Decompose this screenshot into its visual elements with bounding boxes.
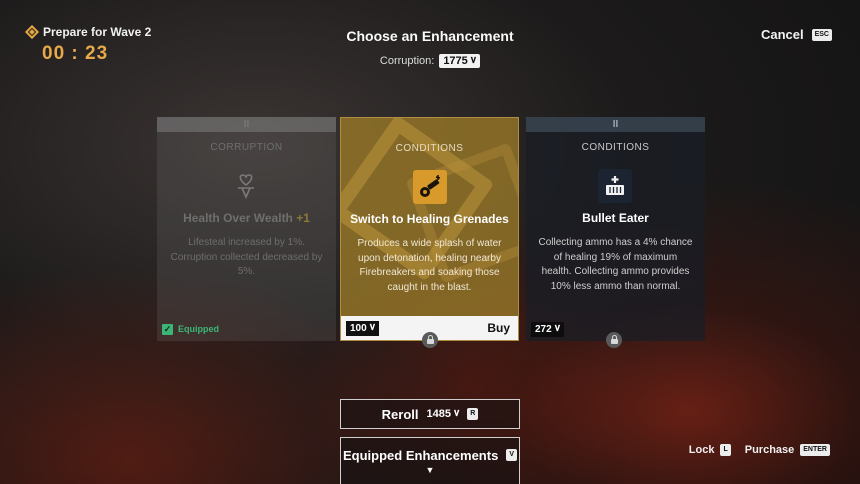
corruption-value: 1775 (443, 55, 468, 67)
corruption-readout: Corruption: 1775 𝐕 (0, 54, 860, 68)
reroll-label: Reroll (381, 406, 419, 422)
equipped-label: Equipped (178, 324, 219, 334)
control-hints: Lock L Purchase ENTER (689, 444, 830, 456)
card-name: Health Over Wealth +1 (157, 211, 336, 225)
reroll-key-hint: R (467, 408, 479, 420)
heart-drain-icon (229, 169, 263, 203)
enter-key-hint: ENTER (800, 444, 830, 456)
chevron-down-icon: ▼ (425, 464, 435, 475)
check-icon: ✓ (162, 323, 173, 335)
equipped-enhancements-button[interactable]: Equipped Enhancements V ▼ (340, 437, 520, 484)
corruption-value-pill: 1775 𝐕 (439, 54, 481, 68)
card-price-value: 272 (535, 323, 552, 335)
equipped-enhancements-label: Equipped Enhancements (343, 447, 499, 463)
card-price: 100 𝐕 (346, 320, 379, 336)
card-price: 272 𝐕 (531, 321, 564, 337)
cancel-label: Cancel (760, 27, 804, 42)
card-tier-tag: II (526, 117, 705, 132)
lock-hint-label[interactable]: Lock (689, 444, 715, 456)
card-level-suffix: +1 (296, 211, 310, 225)
reroll-cost: 1485 𝐕 (426, 408, 459, 420)
enhancement-card-bullet-eater[interactable]: II CONDITIONS Bullet Eater Collecting am… (526, 117, 705, 341)
currency-icon: 𝐕 (453, 409, 460, 418)
esc-key-hint: ESC (811, 28, 832, 41)
currency-icon: 𝐕 (369, 323, 375, 332)
card-name: Bullet Eater (582, 211, 649, 225)
card-category: CONDITIONS (581, 142, 650, 153)
card-description: Collecting ammo has a 4% chance of heali… (538, 237, 693, 292)
purchase-hint-label[interactable]: Purchase (745, 444, 795, 456)
ammo-box-plus-icon (598, 169, 632, 203)
cancel-button[interactable]: Cancel ESC (761, 27, 832, 42)
enhancement-card-switch-to-healing-grenades[interactable]: CONDITIONS Switch to Healing Grenades Pr… (340, 117, 519, 341)
corruption-label: Corruption: (379, 55, 435, 67)
card-category: CONDITIONS (395, 143, 464, 154)
enhancement-card-health-over-wealth[interactable]: II CORRUPTION Health Over Wealth +1 Life… (157, 117, 336, 341)
card-tier-tag: II (157, 117, 336, 132)
card-category: CORRUPTION (210, 142, 283, 153)
currency-icon: 𝐕 (554, 324, 560, 333)
equipped-enhancements-row: Equipped Enhancements V (343, 448, 517, 463)
grenade-launcher-icon (413, 170, 447, 204)
lock-key-hint: L (720, 444, 731, 456)
card-description: Lifesteal increased by 1%. Corruption co… (170, 237, 323, 277)
buy-button[interactable]: Buy (487, 321, 510, 335)
reroll-button[interactable]: Reroll 1485 𝐕 R (340, 399, 520, 429)
card-price-value: 100 (350, 322, 367, 334)
reroll-cost-value: 1485 (426, 408, 451, 420)
lock-icon[interactable] (606, 332, 622, 348)
lock-icon[interactable] (422, 332, 438, 348)
card-description: Produces a wide splash of water upon det… (357, 238, 502, 293)
equipped-status: ✓ Equipped (162, 323, 219, 335)
card-name-text: Health Over Wealth (183, 211, 293, 225)
page-title: Choose an Enhancement (346, 28, 514, 44)
currency-icon: 𝐕 (470, 56, 477, 65)
v-key-hint: V (506, 449, 517, 461)
card-name: Switch to Healing Grenades (350, 212, 509, 226)
card-footer: ✓ Equipped (157, 317, 336, 341)
